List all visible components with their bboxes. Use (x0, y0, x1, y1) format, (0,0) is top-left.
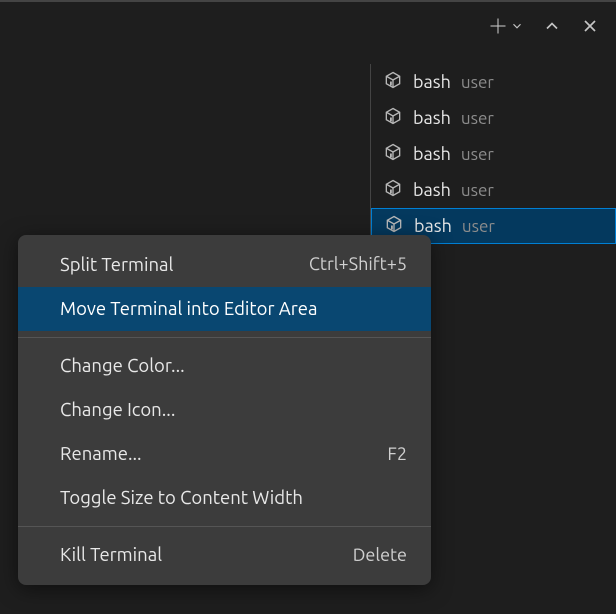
terminal-context-menu: Split Terminal Ctrl+Shift+5 Move Termina… (18, 235, 431, 585)
chevron-up-icon (542, 16, 562, 36)
menu-item-move-terminal-into-editor-area[interactable]: Move Terminal into Editor Area (18, 287, 431, 331)
terminal-name: bash (413, 108, 451, 128)
terminal-user: user (462, 217, 495, 236)
close-icon (580, 16, 600, 36)
menu-item-shortcut: F2 (387, 443, 407, 466)
menu-item-label: Change Color... (60, 354, 185, 378)
terminal-tabs-list: bash user bash user bash user bash user … (370, 64, 616, 244)
menu-item-label: Toggle Size to Content Width (60, 486, 303, 510)
terminal-name: bash (414, 216, 452, 236)
plus-icon (488, 16, 508, 36)
terminal-tab-0[interactable]: bash user (371, 64, 616, 100)
terminal-name: bash (413, 72, 451, 92)
terminal-name: bash (413, 144, 451, 164)
terminal-box-icon (383, 178, 403, 202)
terminal-toolbar (488, 2, 616, 50)
terminal-tab-1[interactable]: bash user (371, 100, 616, 136)
menu-item-kill-terminal[interactable]: Kill Terminal Delete (18, 533, 431, 577)
new-terminal-dropdown[interactable] (510, 19, 524, 33)
terminal-user: user (461, 109, 494, 128)
terminal-name: bash (413, 180, 451, 200)
terminal-box-icon (383, 70, 403, 94)
menu-item-toggle-size-to-content-width[interactable]: Toggle Size to Content Width (18, 476, 431, 520)
terminal-user: user (461, 181, 494, 200)
menu-item-label: Split Terminal (60, 253, 173, 277)
terminal-user: user (461, 145, 494, 164)
menu-item-split-terminal[interactable]: Split Terminal Ctrl+Shift+5 (18, 243, 431, 287)
menu-item-change-icon[interactable]: Change Icon... (18, 388, 431, 432)
menu-item-shortcut: Ctrl+Shift+5 (309, 253, 407, 276)
menu-item-label: Move Terminal into Editor Area (60, 297, 317, 321)
menu-item-shortcut: Delete (353, 544, 407, 567)
menu-item-label: Rename... (60, 442, 142, 466)
maximize-panel-button[interactable] (542, 16, 562, 36)
menu-item-rename[interactable]: Rename... F2 (18, 432, 431, 476)
chevron-down-icon (510, 19, 524, 33)
new-terminal-group (488, 16, 524, 36)
menu-item-change-color[interactable]: Change Color... (18, 344, 431, 388)
menu-separator (18, 526, 431, 527)
terminal-tab-2[interactable]: bash user (371, 136, 616, 172)
new-terminal-button[interactable] (488, 16, 508, 36)
terminal-tab-3[interactable]: bash user (371, 172, 616, 208)
terminal-box-icon (383, 106, 403, 130)
close-panel-button[interactable] (580, 16, 600, 36)
menu-item-label: Kill Terminal (60, 543, 162, 567)
menu-item-label: Change Icon... (60, 398, 175, 422)
terminal-box-icon (383, 142, 403, 166)
menu-separator (18, 337, 431, 338)
terminal-user: user (461, 73, 494, 92)
